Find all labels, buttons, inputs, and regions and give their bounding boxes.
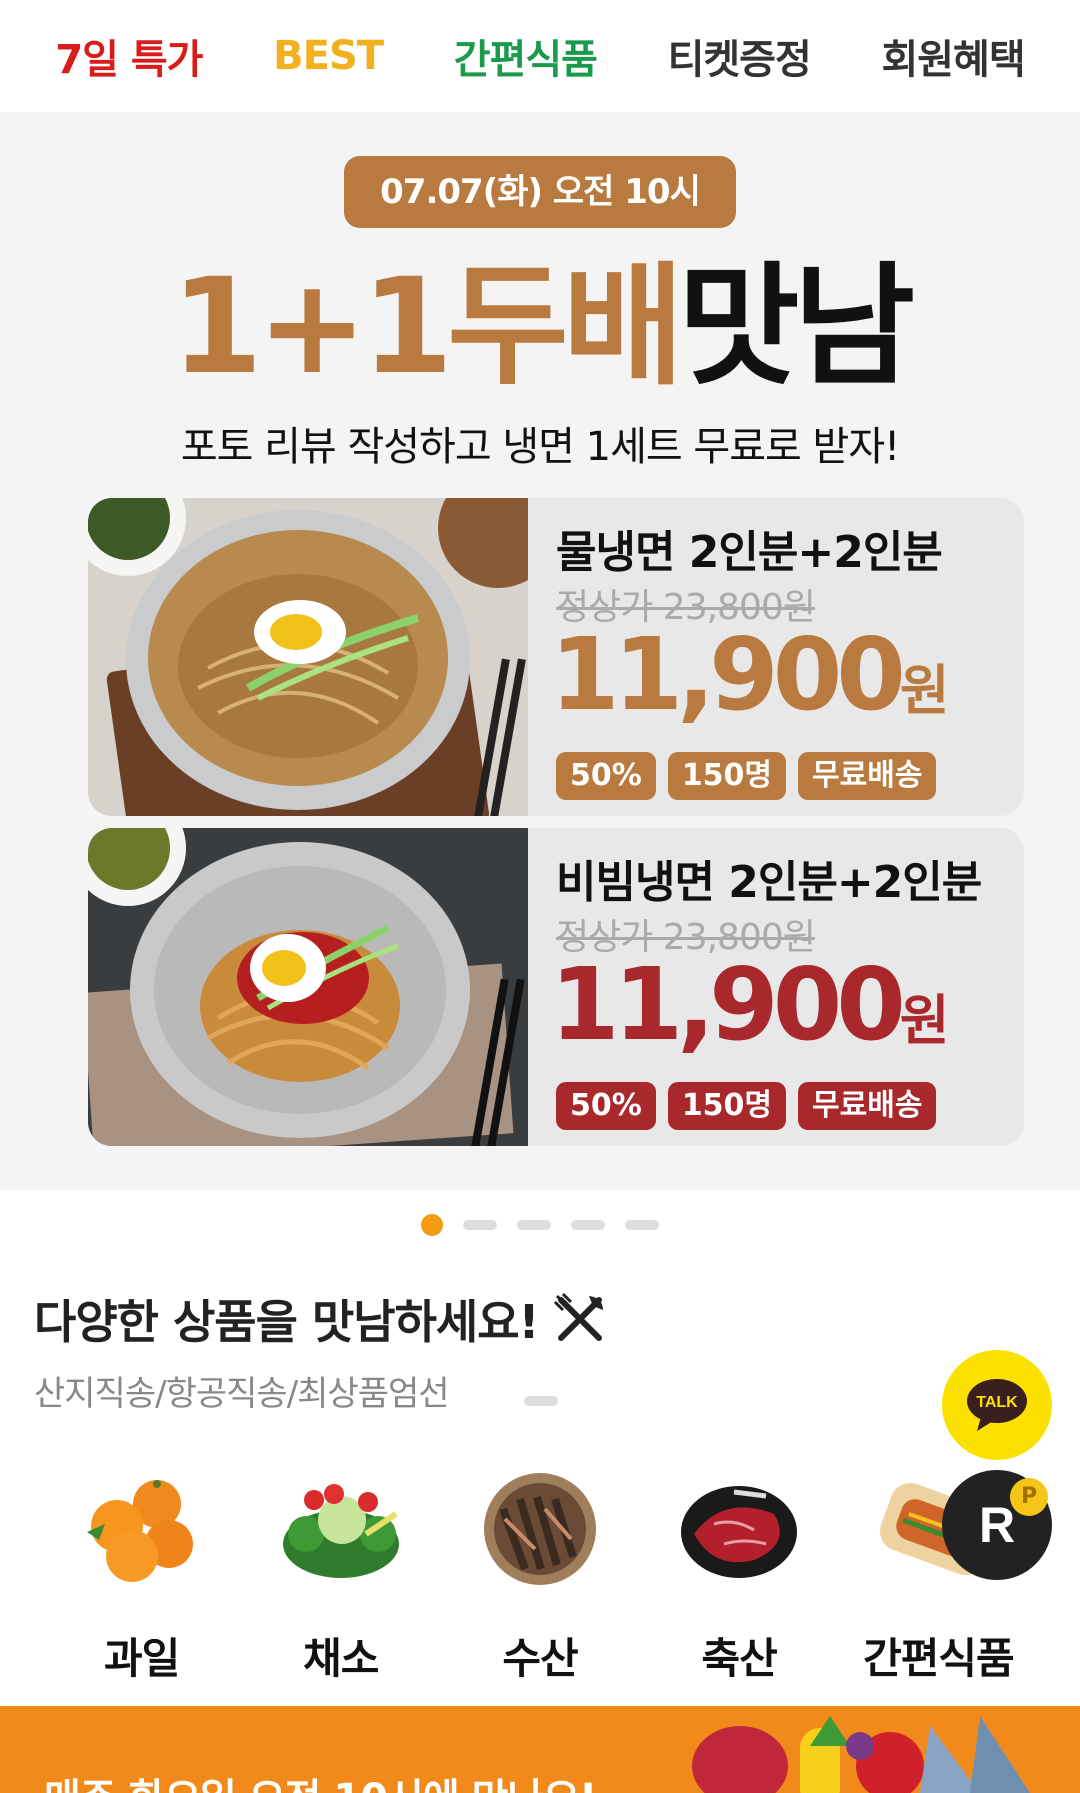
- product-chips: 50% 150명 무료배송: [556, 752, 937, 800]
- sale-price: 11,900원: [550, 620, 950, 746]
- category-vegetable[interactable]: 채소: [261, 1466, 421, 1686]
- banner-headline: 1+1두배맛남: [0, 252, 1080, 402]
- pagination-dot-5[interactable]: [625, 1220, 659, 1230]
- sale-price-value: 11,900: [550, 946, 906, 1063]
- free-shipping-badge: 무료배송: [798, 1082, 937, 1130]
- product-info: 물냉면 2인분+2인분 정상가 23,800원 11,900원 50% 150명…: [550, 498, 1024, 816]
- seafood-icon: [475, 1466, 605, 1591]
- discount-badge: 50%: [556, 752, 656, 800]
- tab-ticket-gift[interactable]: 티켓증정: [668, 27, 812, 85]
- reward-label: R: [978, 1497, 1016, 1553]
- category-list: 과일 채소 수산 축산 간편식품: [0, 1466, 1080, 1686]
- pagination-dot-4[interactable]: [571, 1220, 605, 1230]
- section-subtitle: 산지직송/항공직송/최상품엄선: [34, 1374, 450, 1414]
- fruit-icon: [77, 1466, 207, 1591]
- category-label: 수산: [502, 1634, 578, 1683]
- promo-text: 매주 화요일 오전 10시에 만나요!: [44, 1766, 597, 1793]
- discount-badge: 50%: [556, 1082, 656, 1130]
- section-title-text: 다양한 상품을 맛남하세요!: [34, 1295, 540, 1349]
- product-chips: 50% 150명 무료배송: [556, 1082, 937, 1130]
- mul-naengmyeon-photo: [88, 498, 528, 816]
- category-label: 간편식품: [863, 1634, 1015, 1683]
- currency-unit: 원: [899, 989, 950, 1052]
- chat-bubble-icon: TALK: [967, 1379, 1027, 1431]
- quantity-badge: 150명: [667, 1082, 787, 1130]
- category-label: 과일: [103, 1634, 180, 1683]
- reward-point-button[interactable]: R P: [942, 1470, 1052, 1580]
- talk-label: TALK: [976, 1394, 1018, 1411]
- product-card-bibim-naengmyeon[interactable]: 비빔냉면 2인분+2인분 정상가 23,800원 11,900원 50% 150…: [88, 828, 1024, 1146]
- product-name: 비빔냉면 2인분+2인분: [556, 857, 982, 908]
- category-meat[interactable]: 축산: [659, 1466, 819, 1686]
- quantity-badge: 150명: [667, 752, 787, 800]
- promo-banner-carousel[interactable]: 07.07(화) 오전 10시 1+1두배맛남 포토 리뷰 작성하고 냉면 1세…: [0, 112, 1080, 1190]
- event-date-badge: 07.07(화) 오전 10시: [344, 156, 736, 228]
- sale-price-value: 11,900: [550, 616, 906, 733]
- point-badge: P: [1010, 1478, 1048, 1516]
- vegetable-icon: [276, 1466, 406, 1591]
- pagination-dot-1[interactable]: [421, 1214, 443, 1236]
- free-shipping-badge: 무료배송: [798, 752, 937, 800]
- pagination-dot-2[interactable]: [463, 1220, 497, 1230]
- headline-accent: 1+1두배: [170, 250, 684, 404]
- utensils-icon: [553, 1292, 603, 1341]
- top-tab-bar: 7일 특가 BEST 간편식품 티켓증정 회원혜택: [0, 0, 1080, 112]
- headline-dark: 맛남: [678, 250, 915, 404]
- section-indicator: [524, 1396, 558, 1406]
- tab-member-benefits[interactable]: 회원혜택: [881, 27, 1025, 85]
- pagination-dot-3[interactable]: [517, 1220, 551, 1230]
- category-label: 축산: [701, 1634, 778, 1683]
- sale-price: 11,900원: [550, 950, 950, 1076]
- product-card-mul-naengmyeon[interactable]: 물냉면 2인분+2인분 정상가 23,800원 11,900원 50% 150명…: [88, 498, 1024, 816]
- product-info: 비빔냉면 2인분+2인분 정상가 23,800원 11,900원 50% 150…: [550, 828, 1024, 1146]
- currency-unit: 원: [899, 659, 950, 722]
- bibim-naengmyeon-photo: [88, 828, 528, 1146]
- category-seafood[interactable]: 수산: [460, 1466, 620, 1686]
- section-title: 다양한 상품을 맛남하세요!: [34, 1286, 607, 1352]
- kakao-talk-button[interactable]: TALK: [942, 1350, 1052, 1460]
- tab-weekly-deal[interactable]: 7일 특가: [55, 27, 203, 85]
- tab-best[interactable]: BEST: [273, 33, 384, 79]
- category-label: 채소: [303, 1634, 379, 1683]
- produce-illustration: [692, 1716, 1030, 1793]
- meat-icon: [674, 1466, 804, 1591]
- product-name: 물냉면 2인분+2인분: [556, 527, 943, 578]
- banner-subline: 포토 리뷰 작성하고 냉면 1세트 무료로 받자!: [180, 424, 900, 470]
- category-fruit[interactable]: 과일: [62, 1466, 222, 1686]
- carousel-pagination: [0, 1214, 1080, 1236]
- weekly-promo-banner[interactable]: 매주 화요일 오전 10시에 만나요!: [0, 1706, 1080, 1793]
- tab-convenience-food[interactable]: 간편식품: [454, 27, 598, 85]
